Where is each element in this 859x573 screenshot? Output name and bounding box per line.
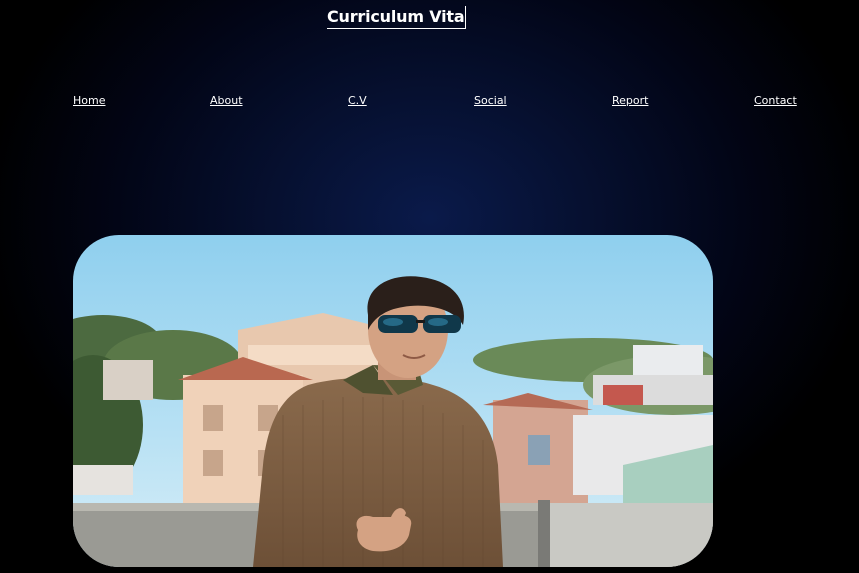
nav-link-about[interactable]: About — [210, 94, 243, 107]
main-nav: Home About C.V Social Report Contact — [0, 94, 859, 114]
nav-link-cv[interactable]: C.V — [348, 94, 367, 107]
nav-link-social[interactable]: Social — [474, 94, 507, 107]
nav-link-contact[interactable]: Contact — [754, 94, 797, 107]
nav-link-report[interactable]: Report — [612, 94, 648, 107]
page-title: Curriculum Vitae — [327, 6, 466, 29]
nav-link-home[interactable]: Home — [73, 94, 105, 107]
profile-photo — [73, 235, 713, 567]
